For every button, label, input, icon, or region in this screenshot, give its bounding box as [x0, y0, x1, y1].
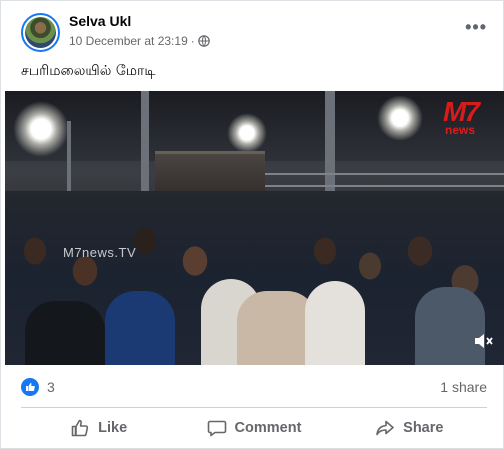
- video-rail: [265, 185, 504, 187]
- video-figure: [105, 291, 175, 365]
- avatar-image: [25, 17, 56, 48]
- avatar[interactable]: [21, 13, 60, 52]
- post-meta: 10 December at 23:19 ·: [69, 34, 210, 48]
- watermark-logo-sub: news: [445, 123, 476, 137]
- author-name[interactable]: Selva Ukl: [69, 13, 131, 29]
- speaker-muted-icon[interactable]: [473, 331, 495, 351]
- video-figure: [415, 287, 485, 365]
- more-options-icon[interactable]: •••: [465, 17, 487, 38]
- video-rail: [265, 173, 504, 175]
- share-button[interactable]: Share: [332, 411, 487, 445]
- comment-icon: [207, 420, 226, 437]
- globe-icon: [197, 35, 210, 47]
- action-bar: Like Comment Share: [21, 411, 487, 445]
- thumbs-up-icon: [26, 383, 35, 391]
- post-card: Selva Ukl 10 December at 23:19 · ••• சபர…: [0, 0, 504, 449]
- thumbs-up-icon: [71, 419, 89, 437]
- like-reaction-icon: [21, 378, 39, 396]
- reaction-count: 3: [47, 379, 55, 395]
- like-label: Like: [98, 420, 128, 436]
- reactions-summary[interactable]: 3: [21, 378, 55, 396]
- watermark-logo: M7 news: [443, 97, 489, 139]
- post-caption: சபரிமலையில் மோடி: [21, 63, 156, 79]
- comment-label: Comment: [234, 420, 302, 436]
- post-timestamp[interactable]: 10 December at 23:19: [69, 34, 188, 48]
- like-button[interactable]: Like: [21, 411, 176, 445]
- video-light: [377, 95, 423, 141]
- video-light: [13, 101, 69, 157]
- video-figure: [25, 301, 105, 365]
- video-player[interactable]: M7 news M7news.TV: [5, 91, 504, 365]
- video-light: [227, 113, 267, 153]
- divider: [21, 407, 487, 408]
- watermark-text: M7news.TV: [63, 245, 137, 260]
- meta-separator: ·: [190, 34, 195, 48]
- comment-button[interactable]: Comment: [176, 411, 331, 445]
- video-figure: [305, 281, 365, 365]
- share-label: Share: [403, 420, 444, 436]
- share-count[interactable]: 1 share: [440, 379, 487, 395]
- share-arrow-icon: [376, 420, 394, 436]
- post-header: Selva Ukl 10 December at 23:19 · •••: [21, 13, 491, 53]
